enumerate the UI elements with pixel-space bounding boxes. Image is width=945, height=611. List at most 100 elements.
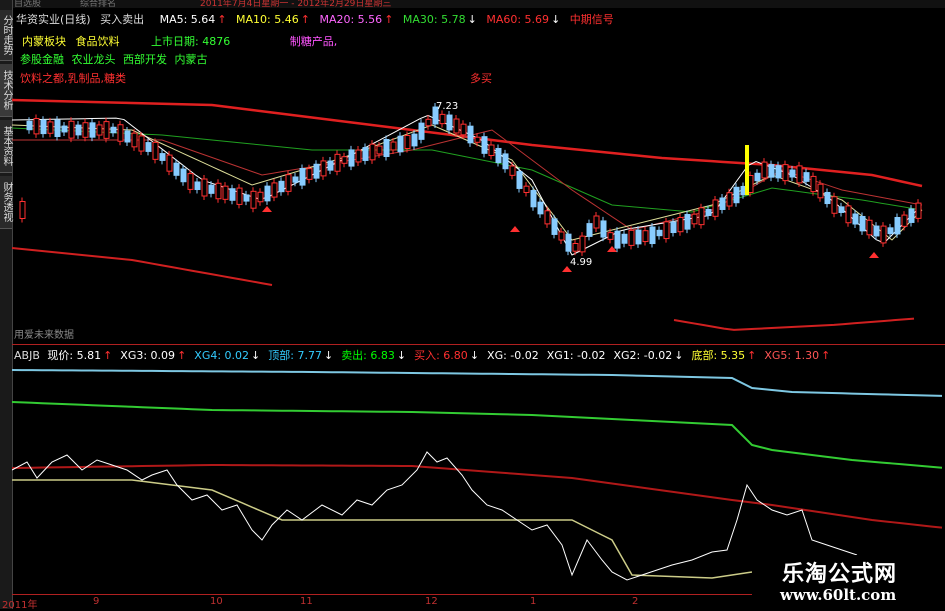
down-arrow-icon: ↓	[551, 13, 561, 26]
candle-body	[621, 233, 628, 244]
buy-arrow-icon	[510, 226, 520, 232]
candle-body	[446, 114, 453, 131]
up-arrow-icon: ↑	[747, 349, 757, 362]
candle-body	[47, 121, 54, 134]
candle-body	[369, 143, 376, 161]
candle-body	[145, 142, 152, 152]
candle-body	[873, 225, 880, 237]
candle-body	[61, 125, 68, 133]
candle-body	[159, 153, 166, 161]
chart-canvas[interactable]	[12, 0, 945, 609]
sidebar-tab-fundamentals[interactable]: 基本资料	[0, 120, 12, 173]
candle-body	[215, 182, 222, 200]
candle-body	[628, 229, 635, 246]
sub-legend-text: 现价: 5.81	[47, 349, 102, 362]
down-arrow-icon: ↓	[674, 349, 684, 362]
candle-body	[341, 156, 348, 164]
candle-body	[313, 163, 320, 179]
sub-legend-text: XG5: 1.30	[764, 349, 820, 362]
candle-body	[509, 165, 516, 176]
down-arrow-icon: ↓	[467, 13, 477, 26]
sidebar-tab-intraday[interactable]: 分时走势	[0, 10, 12, 61]
x-axis-tick-label: 1	[530, 596, 537, 607]
sub-legend-item: 卖出: 6.83 ↓	[341, 347, 406, 363]
candle-body	[593, 215, 600, 229]
candle-body	[663, 221, 670, 240]
candle-body	[208, 184, 215, 194]
candle-body	[831, 196, 838, 214]
candle-body	[649, 226, 656, 245]
sub-chart-legend: ABJB 现价: 5.81 ↑ XG3: 0.09 ↑ XG4: 0.02 ↓ 顶部: 7.…	[14, 347, 838, 363]
candle-body	[292, 176, 299, 183]
candle-body	[68, 120, 75, 139]
candle-body	[495, 147, 502, 164]
candle-body	[33, 118, 40, 135]
up-arrow-icon: ↑	[103, 349, 113, 362]
sub-legend-item: 底部: 5.35 ↑	[691, 347, 756, 363]
sidebar-tab-technical[interactable]: 技术分析	[0, 64, 12, 117]
candle-body	[229, 188, 236, 201]
candle-body	[362, 147, 369, 161]
candle-body	[26, 120, 33, 131]
sub-legend-item: XG5: 1.30 ↑	[764, 349, 830, 362]
candle-body	[180, 168, 187, 183]
sub-legend-text: XG: -0.02	[487, 349, 539, 362]
candle-body	[334, 153, 341, 172]
candle-body	[789, 169, 796, 178]
candle-body	[166, 154, 173, 172]
buy-line	[12, 463, 943, 529]
candle-body	[425, 118, 432, 127]
candle-body	[299, 167, 306, 186]
candle-body	[845, 205, 852, 224]
candle-body	[243, 194, 250, 202]
candle-body	[614, 230, 621, 249]
low-price-label: 4.99	[570, 257, 593, 268]
candle-body	[439, 113, 446, 125]
products-text: 制糖产品,	[289, 35, 338, 48]
candle-body	[201, 178, 208, 197]
ma-header-row: 华资实业(日线) 买入卖出 MA5: 5.64 ↑ MA10: 5.46 ↑ MA2…	[16, 11, 620, 27]
candle-body	[82, 122, 89, 138]
candle-body	[348, 149, 355, 167]
candle-body	[194, 181, 201, 191]
info-row-1: 内蒙板块 食品饮料 上市日期: 4876 制糖产品,	[22, 33, 343, 49]
candle-body	[516, 171, 523, 189]
candle-body	[677, 216, 684, 233]
x-axis-tick-label: 12	[425, 596, 438, 607]
candle-body	[880, 225, 887, 244]
candle-body	[537, 201, 544, 215]
candle-body	[418, 122, 425, 140]
highlight-bar	[745, 145, 749, 195]
site-watermark: 乐淘公式网 www.60lt.com	[752, 555, 945, 609]
candle-body	[285, 174, 292, 192]
info-row-3: 饮料之都,乳制品,糖类	[20, 72, 126, 85]
signal-label: 多买	[470, 72, 492, 85]
candle-body	[103, 121, 110, 139]
candle-body	[607, 232, 614, 240]
candle-body	[96, 124, 103, 136]
mid-term-signal: 中期信号	[569, 13, 614, 26]
candle-body	[474, 136, 481, 143]
candle-body	[460, 123, 467, 136]
candle-body	[579, 235, 586, 253]
concept-tag: 西部开发	[123, 53, 167, 66]
candle-body	[327, 160, 334, 171]
sub-legend-text: XG2: -0.02	[613, 349, 673, 362]
sub-chart-name: ABJB	[14, 349, 40, 362]
sidebar-tab-finance[interactable]: 财务透视	[0, 176, 12, 229]
lower-band-line	[12, 247, 273, 286]
candle-body	[670, 221, 677, 234]
candle-body	[453, 118, 460, 134]
candle-body	[824, 191, 831, 205]
price-line	[12, 451, 858, 581]
candle-body	[376, 145, 383, 155]
sub-legend-item: 现价: 5.81 ↑	[47, 347, 112, 363]
candle-body	[40, 119, 47, 135]
candle-body	[642, 230, 649, 243]
panel-divider	[12, 344, 945, 345]
candle-body	[390, 141, 397, 151]
x-axis-tick-label: 9	[93, 596, 100, 607]
candle-body	[320, 160, 327, 177]
candle-body	[586, 223, 593, 237]
ma20-label: MA20: 5.56 ↑	[319, 13, 394, 26]
